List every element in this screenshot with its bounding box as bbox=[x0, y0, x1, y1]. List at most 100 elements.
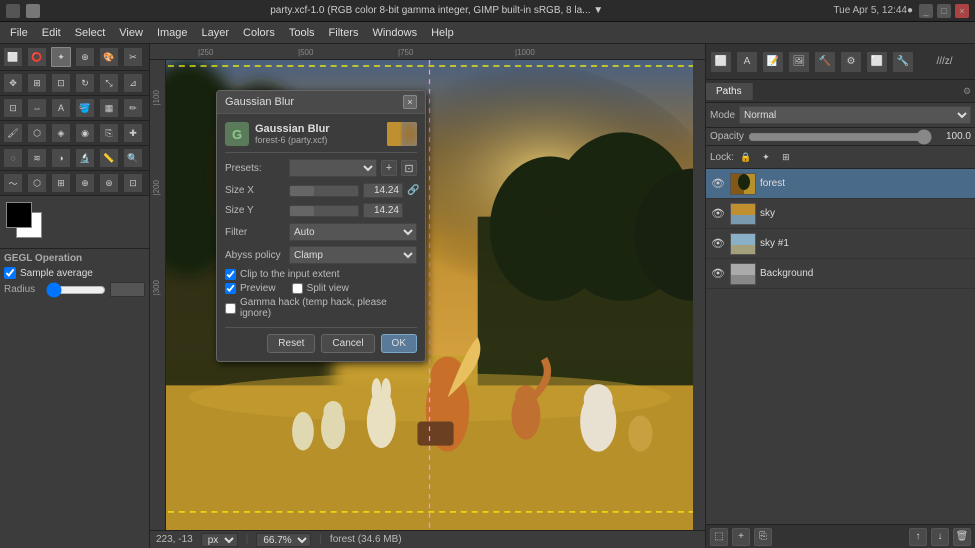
canvas-scrollbar-right[interactable] bbox=[693, 60, 705, 530]
tool-bucket-fill[interactable]: 🪣 bbox=[75, 98, 95, 118]
menu-view[interactable]: View bbox=[113, 25, 149, 41]
zoom-select[interactable]: 66.7% 100% 50% bbox=[256, 533, 311, 547]
layer-visibility-forest[interactable]: 👁 bbox=[710, 176, 726, 192]
tool-text[interactable]: A bbox=[51, 98, 71, 118]
menu-colors[interactable]: Colors bbox=[237, 25, 281, 41]
opacity-slider[interactable] bbox=[748, 132, 932, 142]
lock-pixels-button[interactable]: 🔒 bbox=[738, 149, 754, 165]
right-icon-3[interactable]: 📝 bbox=[762, 51, 784, 73]
tool-crop[interactable]: ⊡ bbox=[51, 73, 71, 93]
presets-delete-button[interactable]: ⊡ bbox=[401, 160, 417, 176]
ok-button[interactable]: OK bbox=[381, 334, 417, 353]
delete-layer-button[interactable]: 🗑 bbox=[953, 528, 971, 546]
tool-blend[interactable]: ▦ bbox=[99, 98, 119, 118]
right-icon-4[interactable]: 🖼 bbox=[788, 51, 810, 73]
radius-slider[interactable] bbox=[46, 284, 106, 296]
presets-add-button[interactable]: + bbox=[381, 160, 397, 176]
mode-select[interactable]: Normal Multiply Screen Overlay bbox=[739, 106, 971, 124]
tool-warp[interactable]: 〜 bbox=[3, 173, 23, 193]
close-button[interactable]: × bbox=[955, 4, 969, 18]
lock-position-button[interactable]: ✦ bbox=[758, 149, 774, 165]
layer-visibility-background[interactable]: 👁 bbox=[710, 266, 726, 282]
layer-item-background[interactable]: 👁 Background bbox=[706, 259, 975, 289]
size-x-input[interactable] bbox=[363, 183, 403, 198]
preview-checkbox[interactable] bbox=[225, 283, 236, 294]
abyss-select[interactable]: Clamp None Loop Black White bbox=[289, 246, 417, 264]
right-icon-2[interactable]: A bbox=[736, 51, 758, 73]
tool-dodge-burn[interactable]: ◑ bbox=[51, 148, 71, 168]
presets-select[interactable] bbox=[289, 159, 377, 177]
tool-convolve[interactable]: ◌ bbox=[3, 148, 23, 168]
menu-select[interactable]: Select bbox=[69, 25, 112, 41]
menu-filters[interactable]: Filters bbox=[323, 25, 365, 41]
tool-eraser[interactable]: ⬡ bbox=[27, 123, 47, 143]
right-icon-5[interactable]: 🔨 bbox=[814, 51, 836, 73]
tool-pencil[interactable]: ✏ bbox=[123, 98, 143, 118]
cancel-button[interactable]: Cancel bbox=[321, 334, 374, 353]
split-view-checkbox[interactable] bbox=[292, 283, 303, 294]
tool-measure[interactable]: 📏 bbox=[99, 148, 119, 168]
tool-ellipse-select[interactable]: ⭕ bbox=[27, 47, 47, 67]
size-y-input[interactable] bbox=[363, 203, 403, 218]
tool-scissors[interactable]: ✂ bbox=[123, 47, 143, 67]
menu-edit[interactable]: Edit bbox=[36, 25, 67, 41]
radius-value-input[interactable] bbox=[110, 282, 145, 297]
right-icon-7[interactable]: ⬜ bbox=[866, 51, 888, 73]
new-layer-group-button[interactable]: ⬚ bbox=[710, 528, 728, 546]
foreground-color-swatch[interactable] bbox=[6, 202, 32, 228]
tool-fuzzy-select[interactable]: ⊕ bbox=[75, 47, 95, 67]
menu-image[interactable]: Image bbox=[151, 25, 194, 41]
tool-by-color[interactable]: 🎨 bbox=[99, 47, 119, 67]
tool-handle-transform[interactable]: ⊕ bbox=[75, 173, 95, 193]
tool-cage[interactable]: ⬡ bbox=[27, 173, 47, 193]
filter-select[interactable]: Auto IIR RLE bbox=[289, 223, 417, 241]
tool-n-point-deform[interactable]: ⊛ bbox=[99, 173, 119, 193]
menu-file[interactable]: File bbox=[4, 25, 34, 41]
unit-select[interactable]: px % bbox=[201, 533, 238, 547]
layers-panel-settings-icon[interactable]: ⚙ bbox=[959, 80, 975, 102]
tool-flip[interactable]: ⇔ bbox=[27, 98, 47, 118]
move-layer-up-button[interactable]: ↑ bbox=[909, 528, 927, 546]
tool-paintbrush[interactable]: 🖌 bbox=[3, 123, 23, 143]
tab-paths[interactable]: Paths bbox=[706, 83, 753, 100]
tool-perspective[interactable]: ⊡ bbox=[3, 98, 23, 118]
right-icon-6[interactable]: ⚙ bbox=[840, 51, 862, 73]
tool-scale[interactable]: ⤡ bbox=[99, 73, 119, 93]
layer-item-sky[interactable]: 👁 sky bbox=[706, 199, 975, 229]
clip-extent-checkbox[interactable] bbox=[225, 269, 236, 280]
duplicate-layer-button[interactable]: ⎘ bbox=[754, 528, 772, 546]
tool-extra[interactable]: ⊡ bbox=[123, 173, 143, 193]
size-y-slider[interactable] bbox=[289, 205, 359, 217]
tool-move[interactable]: ✥ bbox=[3, 73, 23, 93]
layer-item-sky1[interactable]: 👁 sky #1 bbox=[706, 229, 975, 259]
minimize-button[interactable]: _ bbox=[919, 4, 933, 18]
tool-ink[interactable]: ◉ bbox=[75, 123, 95, 143]
tool-rect-select[interactable]: ⬜ bbox=[3, 47, 23, 67]
tool-heal[interactable]: ✚ bbox=[123, 123, 143, 143]
chain-link-icon[interactable]: 🔗 bbox=[407, 185, 417, 196]
menu-help[interactable]: Help bbox=[425, 25, 460, 41]
maximize-button[interactable]: □ bbox=[937, 4, 951, 18]
tool-unified-transform[interactable]: ⊞ bbox=[51, 173, 71, 193]
layer-item-forest[interactable]: 👁 forest bbox=[706, 169, 975, 199]
tool-rotate[interactable]: ↻ bbox=[75, 73, 95, 93]
layer-visibility-sky[interactable]: 👁 bbox=[710, 206, 726, 222]
menu-tools[interactable]: Tools bbox=[283, 25, 321, 41]
tool-smudge[interactable]: ≋ bbox=[27, 148, 47, 168]
sample-average-checkbox[interactable] bbox=[4, 267, 16, 279]
right-icon-8[interactable]: 🔧 bbox=[892, 51, 914, 73]
menu-windows[interactable]: Windows bbox=[366, 25, 423, 41]
tool-zoom[interactable]: 🔍 bbox=[123, 148, 143, 168]
tool-airbrush[interactable]: ◈ bbox=[51, 123, 71, 143]
gamma-hack-checkbox[interactable] bbox=[225, 303, 236, 314]
tool-colorpicker[interactable]: 🔬 bbox=[75, 148, 95, 168]
lock-alpha-button[interactable]: ⊞ bbox=[778, 149, 794, 165]
size-x-slider[interactable] bbox=[289, 185, 359, 197]
menu-layer[interactable]: Layer bbox=[196, 25, 236, 41]
reset-button[interactable]: Reset bbox=[267, 334, 315, 353]
tool-clone[interactable]: ⎘ bbox=[99, 123, 119, 143]
dialog-close-button[interactable]: × bbox=[403, 95, 417, 109]
right-icon-1[interactable]: ⬜ bbox=[710, 51, 732, 73]
create-layer-button[interactable]: + bbox=[732, 528, 750, 546]
layer-visibility-sky1[interactable]: 👁 bbox=[710, 236, 726, 252]
